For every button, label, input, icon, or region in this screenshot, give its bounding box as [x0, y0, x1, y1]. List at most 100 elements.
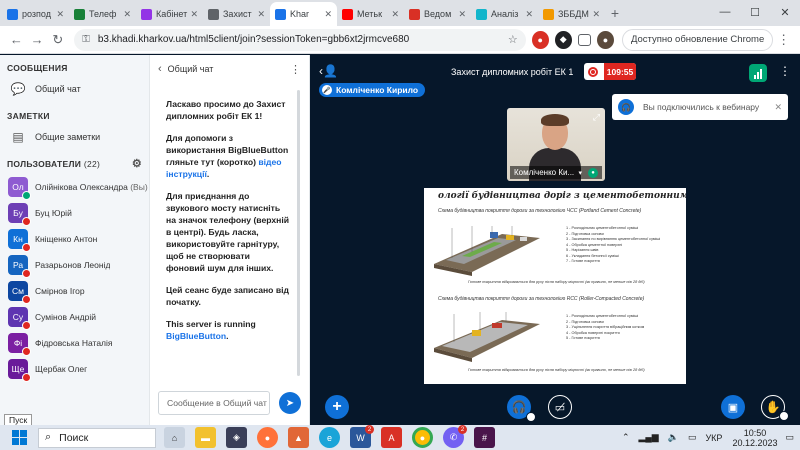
browser-tab[interactable]: розпод ✕: [2, 2, 69, 26]
talking-indicator: 🎤 Комліченко Кирило: [319, 83, 426, 97]
slide-footnote-1: Готове покриття відкривається для руху п…: [468, 280, 645, 284]
close-icon[interactable]: ✕: [770, 0, 800, 24]
minimize-icon[interactable]: —: [710, 0, 740, 24]
user-list-item[interactable]: См Смірнов Ігор: [0, 278, 149, 304]
forward-icon[interactable]: →: [27, 29, 48, 51]
new-tab-icon[interactable]: +: [605, 2, 625, 26]
presentation-toggle-button[interactable]: ▣: [721, 395, 745, 419]
browser-tab[interactable]: Телеф ✕: [69, 2, 136, 26]
user-list-item[interactable]: Фі Фідровська Наталія: [0, 330, 149, 356]
close-tab-icon[interactable]: ✕: [458, 9, 466, 20]
task-view-icon[interactable]: ⌂: [164, 427, 185, 448]
send-button[interactable]: ➤: [279, 392, 301, 414]
close-tab-icon[interactable]: ✕: [525, 9, 533, 20]
extension-icon[interactable]: ◆: [554, 30, 572, 49]
store-icon[interactable]: ◈: [226, 427, 247, 448]
sidebar-item-shared-notes[interactable]: ▤ Общие заметки: [0, 125, 149, 149]
browser-tab[interactable]: Аналіз ✕: [471, 2, 538, 26]
more-options-icon[interactable]: ⋮: [290, 63, 301, 76]
network-icon[interactable]: ▂▄▆: [639, 432, 659, 443]
battery-icon[interactable]: ▭: [688, 432, 697, 443]
actions-button[interactable]: +: [325, 395, 349, 419]
user-list-item[interactable]: Ра Разарьонов Леонід: [0, 252, 149, 278]
toggle-userlist-icon[interactable]: ‹👤: [319, 64, 338, 78]
audio-button[interactable]: 🎧: [507, 395, 536, 422]
chrome-update-button[interactable]: Доступно обновление Chrome: [621, 28, 774, 51]
bookmark-star-icon[interactable]: ☆: [508, 33, 518, 46]
user-name: Разарьонов Леонід: [35, 260, 110, 270]
close-tab-icon[interactable]: ✕: [123, 9, 131, 20]
chat-scrollbar[interactable]: [297, 90, 300, 376]
bbb-link[interactable]: BigBlueButton: [166, 331, 226, 341]
browser-tab[interactable]: Кабінет ✕: [136, 2, 203, 26]
sidebar-item-public-chat[interactable]: 💬 Общий чат: [0, 77, 149, 101]
server-end: .: [226, 331, 229, 341]
user-list-item[interactable]: Ол Олійнікова Олександра (Вы): [0, 174, 149, 200]
user-list-item[interactable]: Бу Буц Юрій: [0, 200, 149, 226]
tab-title: Khar: [290, 9, 310, 19]
chrome-menu-icon[interactable]: ⋮: [773, 29, 794, 51]
file-explorer-icon[interactable]: ▬: [195, 427, 216, 448]
clock-time: 10:50: [743, 427, 767, 438]
chevron-up-icon[interactable]: ⌃: [622, 432, 630, 443]
user-list-item[interactable]: Кн Кніщенко Антон: [0, 226, 149, 252]
connection-status-icon[interactable]: [749, 64, 767, 82]
acrobat-icon[interactable]: A: [381, 427, 402, 448]
windows-start-icon[interactable]: [8, 427, 30, 449]
site-info-icon[interactable]: ⚿: [82, 34, 90, 45]
language-indicator[interactable]: УКР: [705, 433, 722, 443]
recording-indicator[interactable]: 109:55: [584, 63, 636, 80]
chat-messages: Ласкаво просимо до Захист дипломних робі…: [158, 90, 298, 370]
chat-message-input[interactable]: Сообщение в Общий чат: [158, 391, 270, 415]
extension-icon[interactable]: ●: [531, 30, 549, 49]
user-name-text: Сумінов Андрій: [35, 312, 97, 322]
close-tab-icon[interactable]: ✕: [257, 9, 265, 20]
browser-tab[interactable]: Метьк ✕: [337, 2, 404, 26]
video-button[interactable]: ▭̸: [548, 395, 572, 419]
speaker-icon[interactable]: 🔈: [668, 432, 679, 443]
tab-title: Метьк: [357, 9, 383, 19]
maximize-icon[interactable]: ☐: [740, 0, 770, 24]
side-panel-icon[interactable]: [577, 33, 591, 46]
viber-icon[interactable]: ✆ 2: [443, 425, 467, 448]
browser-tab[interactable]: ЗББДМ ✕: [538, 2, 605, 26]
browser-tab[interactable]: Khar ✕: [270, 2, 337, 26]
close-tab-icon[interactable]: ✕: [592, 9, 600, 20]
taskbar-search[interactable]: ⌕ Поиск: [38, 427, 156, 448]
fullscreen-icon[interactable]: ⤢: [593, 112, 600, 123]
close-tab-icon[interactable]: ✕: [324, 9, 332, 20]
close-tab-icon[interactable]: ✕: [190, 9, 198, 20]
firefox-icon[interactable]: ●: [257, 427, 278, 448]
clock[interactable]: 10:50 20.12.2023: [732, 428, 777, 448]
matlab-icon[interactable]: ▲: [288, 427, 309, 448]
user-list-item[interactable]: Су Сумінов Андрій: [0, 304, 149, 330]
slide-legend-item: 3 - Засипання по вирівнянню цементобетон…: [566, 237, 661, 241]
browser-tab[interactable]: Ведом ✕: [404, 2, 471, 26]
word-icon[interactable]: W2: [350, 425, 374, 448]
edge-icon[interactable]: e: [319, 427, 340, 448]
user-name-text: Смірнов Ігор: [35, 286, 85, 296]
chevron-down-icon[interactable]: ▾: [578, 169, 582, 177]
slack-icon[interactable]: #: [474, 427, 495, 448]
profile-avatar[interactable]: ●: [596, 30, 614, 49]
reload-icon[interactable]: ↻: [47, 29, 68, 51]
slide-footnote-2: Готове покриття відкривається для руху п…: [468, 368, 645, 372]
chevron-down-icon[interactable]: [779, 411, 789, 421]
raise-hand-button[interactable]: ✋: [761, 395, 789, 421]
close-tab-icon[interactable]: ✕: [391, 9, 399, 20]
browser-tab[interactable]: Захист ✕: [203, 2, 270, 26]
chevron-left-icon[interactable]: ‹: [158, 63, 162, 75]
notifications-icon[interactable]: ▭: [785, 432, 794, 443]
address-bar[interactable]: ⚿ b3.khadi.kharkov.ua/html5client/join?s…: [74, 28, 526, 51]
record-message: Цей сеанс буде записано від початку.: [166, 285, 289, 307]
options-menu-icon[interactable]: ⋮: [779, 64, 791, 78]
back-icon[interactable]: ←: [6, 29, 27, 51]
close-icon[interactable]: ✕: [774, 102, 782, 113]
user-list-item[interactable]: Ще Щербак Олег: [0, 356, 149, 382]
chevron-down-icon[interactable]: [526, 412, 536, 422]
chrome-icon[interactable]: ●: [412, 427, 433, 448]
close-tab-icon[interactable]: ✕: [56, 9, 64, 20]
avatar-initials: Ол: [12, 182, 24, 192]
webcam-video[interactable]: ⤢ Комліченко Ки... ▾ ●: [507, 108, 605, 181]
gear-icon[interactable]: ⚙: [132, 157, 142, 170]
